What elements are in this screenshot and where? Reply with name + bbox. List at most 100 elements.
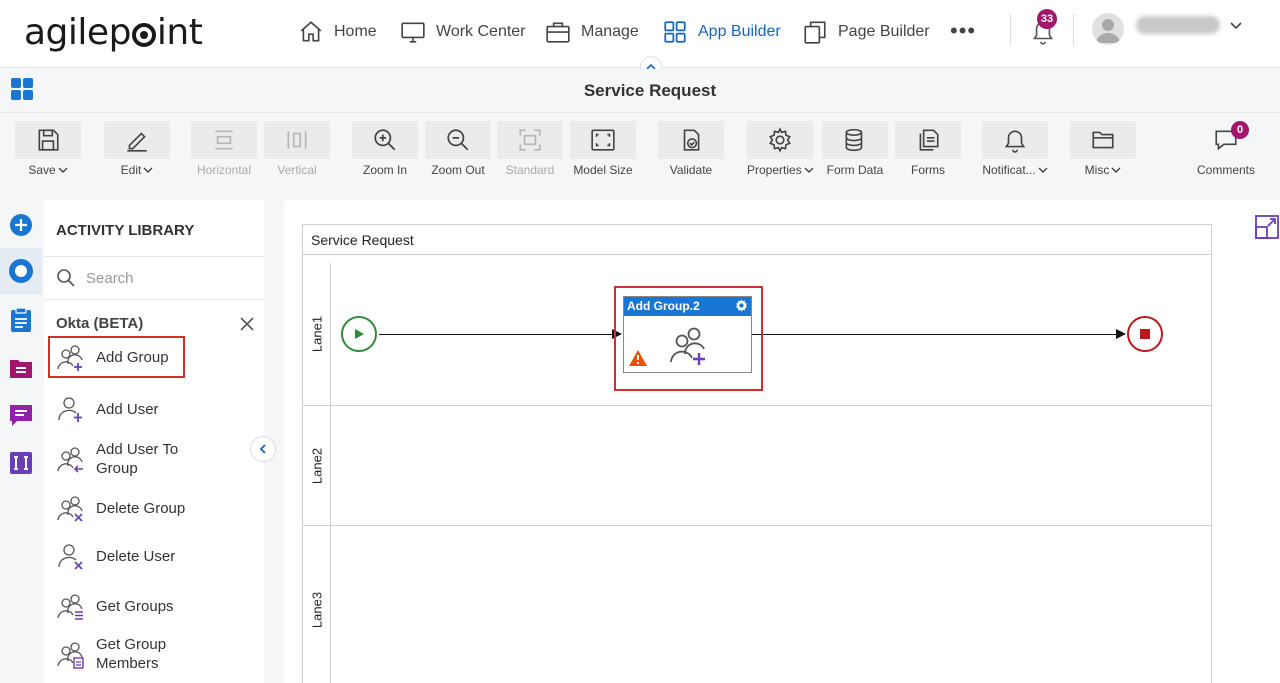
chevron-down-icon[interactable] — [1229, 18, 1243, 32]
copy-icon — [804, 21, 826, 44]
gear-icon[interactable] — [735, 299, 748, 312]
comments-label: Comments — [1196, 163, 1255, 177]
lane-label: Lane3 — [303, 526, 331, 683]
notifications-button[interactable]: Notificat... — [982, 121, 1048, 177]
zoom-in-icon — [374, 129, 396, 151]
chevron-down-icon — [143, 167, 153, 173]
add-rail-button[interactable] — [8, 212, 34, 238]
vertical-button[interactable]: Vertical — [264, 121, 330, 177]
add-group-task[interactable]: Add Group.2 — [623, 296, 752, 373]
user-avatar-icon — [1096, 19, 1120, 43]
save-label: Save — [28, 163, 56, 177]
lane-2-label: Lane2 — [309, 447, 324, 484]
lane-3[interactable]: Lane3 — [303, 526, 1211, 683]
library-item-delete-user[interactable]: Delete User — [50, 537, 250, 575]
nav-home[interactable]: Home — [298, 19, 377, 45]
library-category-title: Okta (BETA) — [56, 315, 144, 332]
home-icon — [300, 21, 322, 42]
save-button[interactable]: Save — [15, 121, 81, 177]
standard-button[interactable]: Standard — [497, 121, 563, 177]
agilepoint-logo[interactable]: agilep int — [24, 12, 203, 53]
activity-library-panel: ACTIVITY LIBRARY Okta (BETA) Add Group A… — [44, 200, 264, 683]
messages-rail-button[interactable] — [8, 402, 34, 428]
zoom-in-button[interactable]: Zoom In — [352, 121, 418, 177]
nav-manage-label: Manage — [581, 23, 639, 40]
nav-work-center[interactable]: Work Center — [400, 19, 526, 45]
page-title: Service Request — [583, 81, 717, 100]
circle-activity-icon — [9, 259, 33, 283]
validate-icon — [683, 129, 700, 151]
chevron-left-icon — [259, 444, 266, 454]
library-item-delete-group[interactable]: Delete Group — [50, 489, 250, 527]
save-icon — [38, 129, 59, 151]
sequence-flow[interactable] — [752, 334, 1118, 335]
clipboard-rail-button[interactable] — [8, 307, 34, 333]
logo-text-start: agilep — [24, 12, 131, 53]
validate-label: Validate — [669, 163, 713, 177]
pencil-icon — [127, 132, 147, 152]
nav-page-builder-label: Page Builder — [838, 23, 930, 40]
nav-page-builder[interactable]: Page Builder — [802, 19, 930, 45]
stop-icon — [1140, 329, 1150, 339]
vertical-label: Vertical — [277, 163, 317, 177]
edit-button[interactable]: Edit — [104, 121, 170, 177]
logo-text-end: int — [156, 12, 203, 53]
nav-work-center-label: Work Center — [436, 23, 526, 40]
expand-icon[interactable] — [1254, 214, 1280, 240]
horizontal-button[interactable]: Horizontal — [191, 121, 257, 177]
nav-app-builder-label: App Builder — [698, 23, 781, 40]
add-group-icon — [57, 345, 83, 371]
misc-label: Misc — [1084, 163, 1110, 177]
message-icon — [10, 405, 32, 426]
nav-app-builder[interactable]: App Builder — [662, 19, 781, 45]
briefcase-icon — [546, 22, 570, 43]
activities-rail-button[interactable] — [8, 258, 34, 284]
lane-label: Lane1 — [303, 263, 331, 405]
chevron-down-icon — [1111, 167, 1121, 173]
library-item-get-groups[interactable]: Get Groups — [50, 587, 250, 625]
comments-button[interactable]: Comments — [1193, 121, 1259, 177]
lane-2[interactable]: Lane2 — [303, 406, 1211, 526]
add-group-icon — [670, 327, 705, 365]
model-size-label: Model Size — [573, 163, 633, 177]
database-icon — [845, 128, 863, 152]
documents-rail-button[interactable] — [8, 355, 34, 381]
end-event[interactable] — [1127, 316, 1163, 352]
close-icon[interactable] — [240, 317, 254, 331]
library-item-label: Get Groups — [96, 597, 174, 615]
form-data-button[interactable]: Form Data — [822, 121, 888, 177]
library-item-get-group-members[interactable]: Get Group Members — [50, 631, 250, 677]
search-input[interactable] — [86, 269, 246, 287]
properties-button[interactable]: Properties — [747, 121, 814, 177]
library-item-add-user[interactable]: Add User — [50, 390, 250, 428]
nav-divider — [1010, 14, 1011, 46]
variables-rail-button[interactable] — [8, 450, 34, 476]
library-item-add-group[interactable]: Add Group — [48, 336, 185, 378]
username-blurred[interactable] — [1136, 16, 1220, 34]
folder-list-icon — [10, 360, 32, 378]
standard-label: Standard — [505, 163, 555, 177]
delete-group-icon — [57, 496, 83, 522]
warning-icon[interactable] — [629, 350, 647, 366]
validate-button[interactable]: Validate — [658, 121, 724, 177]
search-icon — [57, 269, 75, 287]
horizontal-label: Horizontal — [196, 163, 252, 177]
misc-button[interactable]: Misc — [1070, 121, 1136, 177]
nav-divider — [1073, 14, 1074, 46]
library-item-add-user-to-group[interactable]: Add User To Group — [50, 436, 250, 482]
zoom-out-button[interactable]: Zoom Out — [425, 121, 491, 177]
avatar[interactable] — [1092, 13, 1124, 45]
title-bar: Service Request — [0, 69, 1280, 111]
library-item-label: Get Group Members — [96, 636, 167, 672]
sequence-flow[interactable] — [379, 334, 613, 335]
collapse-library-button[interactable] — [250, 436, 276, 462]
lane-3-label: Lane3 — [309, 591, 324, 629]
more-menu-button[interactable]: ••• — [950, 18, 976, 44]
start-event[interactable] — [341, 316, 377, 352]
forms-button[interactable]: Forms — [895, 121, 961, 177]
add-user-to-group-icon — [57, 447, 83, 473]
gear-icon — [769, 127, 792, 153]
pool-title: Service Request — [303, 225, 1211, 255]
nav-manage[interactable]: Manage — [545, 19, 639, 45]
model-size-button[interactable]: Model Size — [570, 121, 636, 177]
